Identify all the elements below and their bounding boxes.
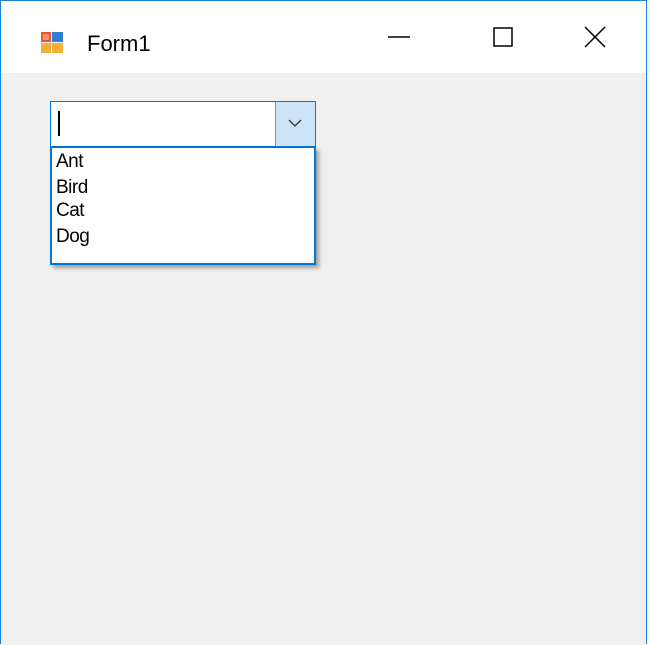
title-bar[interactable]: Form1 [1, 1, 646, 73]
animal-combobox[interactable] [50, 101, 316, 147]
minimize-button[interactable] [347, 1, 451, 73]
maximize-icon [493, 27, 513, 47]
close-button[interactable] [543, 1, 647, 73]
form1-window: Form1 Ant Bird Cat Dog [0, 0, 647, 645]
combobox-text-input[interactable] [51, 102, 281, 146]
list-item-bird[interactable]: Bird [56, 177, 88, 199]
window-title: Form1 [87, 31, 151, 56]
combobox-dropdown-list: Ant Bird Cat Dog [50, 147, 316, 265]
list-item-ant[interactable]: Ant [56, 151, 84, 173]
maximize-button[interactable] [451, 1, 555, 73]
list-item-cat[interactable]: Cat [56, 200, 85, 222]
text-caret [58, 111, 60, 136]
minimize-icon [388, 36, 410, 38]
winforms-app-icon [41, 32, 63, 53]
list-item-dog[interactable]: Dog [56, 226, 90, 248]
close-icon [584, 26, 606, 48]
combobox-dropdown-button[interactable] [275, 102, 315, 146]
chevron-down-icon [288, 119, 302, 127]
